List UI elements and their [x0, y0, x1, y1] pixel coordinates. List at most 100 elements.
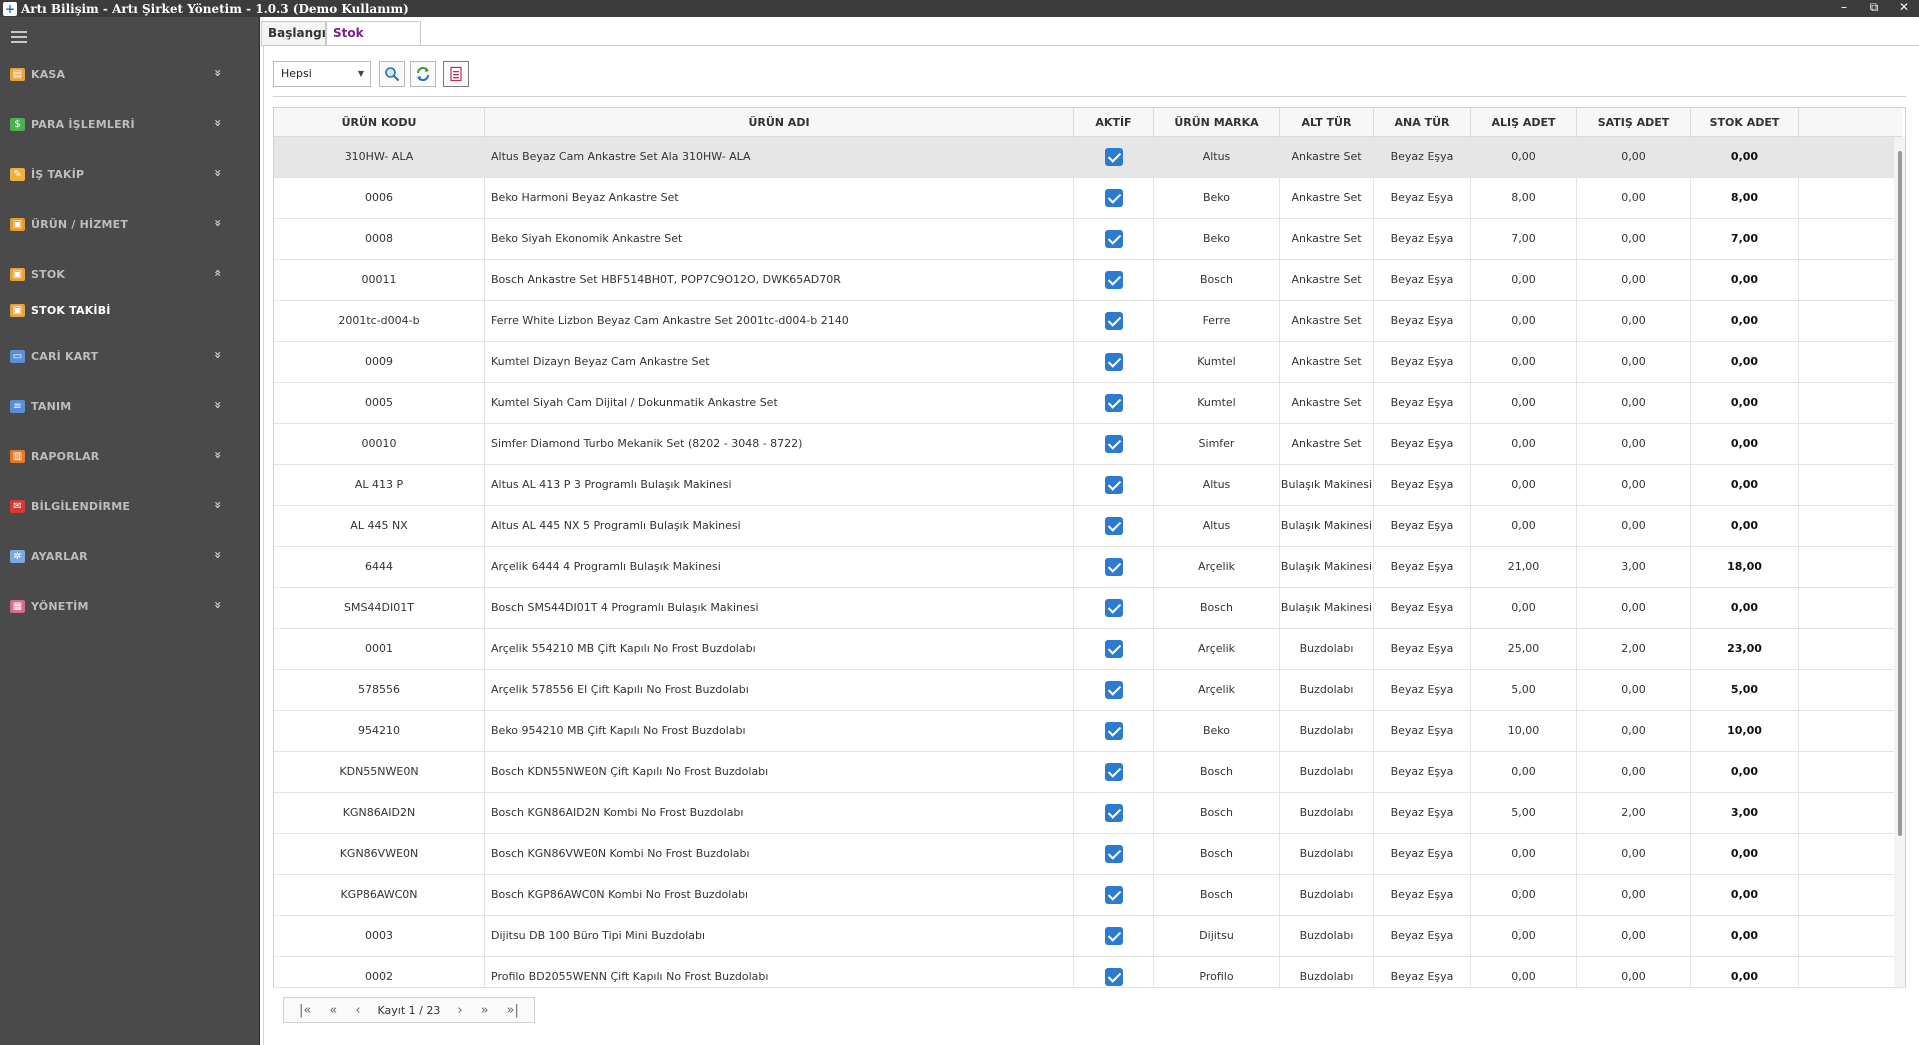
chevron-down-icon[interactable]: »	[211, 401, 225, 409]
active-checkbox[interactable]	[1104, 394, 1123, 412]
table-row[interactable]: KDN55NWE0N Bosch KDN55NWE0N Çift Kapılı N…	[274, 752, 1894, 793]
column-header-stok-adet[interactable]: STOK ADET	[1691, 108, 1799, 137]
active-checkbox[interactable]	[1104, 148, 1123, 166]
table-row[interactable]: 0008 Beko Siyah Ekonomik Ankastre Set Beko…	[274, 219, 1894, 260]
first-record-button[interactable]: |«	[290, 1003, 320, 1018]
active-cell	[1074, 301, 1154, 341]
product-code-cell: 954210	[274, 711, 485, 751]
active-checkbox[interactable]	[1104, 886, 1123, 904]
active-checkbox[interactable]	[1104, 271, 1123, 289]
last-record-button[interactable]: »|	[498, 1003, 528, 1018]
search-button[interactable]	[379, 61, 405, 87]
sidebar-item-bi-lgi-lendi-rme[interactable]: ✉ BİLGİLENDİRME »	[0, 488, 259, 524]
brand-cell: Arçelik	[1154, 547, 1280, 587]
previous-page-button[interactable]: «	[320, 1003, 346, 1018]
active-checkbox[interactable]	[1104, 681, 1123, 699]
active-cell	[1074, 547, 1154, 587]
table-row[interactable]: 0003 Dijitsu DB 100 Büro Tipi Mini Buzdol…	[274, 916, 1894, 957]
next-record-button[interactable]: ›	[448, 1003, 471, 1018]
sales-qty-cell: 0,00	[1577, 178, 1691, 218]
column-header-alis-adet[interactable]: ALIŞ ADET	[1471, 108, 1577, 137]
table-row[interactable]: 2001tc-d004-b Ferre White Lizbon Beyaz Ca…	[274, 301, 1894, 342]
refresh-button[interactable]	[410, 61, 436, 87]
table-row[interactable]: AL 445 NX Altus AL 445 NX 5 Programlı Bul…	[274, 506, 1894, 547]
stock-qty-cell: 0,00	[1691, 424, 1799, 464]
table-row[interactable]: 954210 Beko 954210 MB Çift Kapılı No Fros…	[274, 711, 1894, 752]
restore-button[interactable]: ⧉	[1859, 0, 1889, 17]
chevron-down-icon[interactable]: »	[211, 69, 225, 77]
column-header-urun-marka[interactable]: ÜRÜN MARKA	[1154, 108, 1280, 137]
column-header-alt-tur[interactable]: ALT TÜR	[1280, 108, 1374, 137]
table-row[interactable]: 0001 Arçelik 554210 MB Çift Kapılı No Fro…	[274, 629, 1894, 670]
active-checkbox[interactable]	[1104, 804, 1123, 822]
chevron-down-icon[interactable]: »	[211, 551, 225, 559]
vertical-scrollbar[interactable]	[1894, 137, 1905, 1030]
chevron-up-icon[interactable]: «	[211, 269, 225, 277]
active-checkbox[interactable]	[1104, 968, 1123, 986]
active-checkbox[interactable]	[1104, 230, 1123, 248]
active-checkbox[interactable]	[1104, 599, 1123, 617]
next-page-button[interactable]: »	[472, 1003, 498, 1018]
column-header-urun-adi[interactable]: ÜRÜN ADI	[485, 108, 1074, 137]
active-checkbox[interactable]	[1104, 189, 1123, 207]
table-row[interactable]: 0006 Beko Harmoni Beyaz Ankastre Set Beko A…	[274, 178, 1894, 219]
table-row[interactable]: 6444 Arçelik 6444 4 Programlı Bulaşık Mak…	[274, 547, 1894, 588]
sidebar-item-tanim[interactable]: ≡ TANIM »	[0, 388, 259, 424]
chevron-down-icon[interactable]: »	[211, 119, 225, 127]
column-header-satis-adet[interactable]: SATIŞ ADET	[1577, 108, 1691, 137]
table-row[interactable]: 0009 Kumtel Dizayn Beyaz Cam Ankastre Set…	[274, 342, 1894, 383]
sidebar-item-ayarlar[interactable]: ✲ AYARLAR »	[0, 538, 259, 574]
chevron-down-icon[interactable]: »	[211, 169, 225, 177]
table-row[interactable]: 310HW- ALA Altus Beyaz Cam Ankastre Set A…	[274, 137, 1894, 178]
chevron-down-icon[interactable]: »	[211, 601, 225, 609]
column-header-aktif[interactable]: AKTİF	[1074, 108, 1154, 137]
table-row[interactable]: KGN86VWE0N Bosch KGN86VWE0N Kombi No Fros…	[274, 834, 1894, 875]
grid-body: 310HW- ALA Altus Beyaz Cam Ankastre Set A…	[274, 137, 1894, 1030]
active-checkbox[interactable]	[1104, 927, 1123, 945]
previous-record-button[interactable]: ‹	[346, 1003, 369, 1018]
sidebar-item-cari-kart[interactable]: ▭ CARİ KART »	[0, 338, 259, 374]
tab-stok-takibi[interactable]: Stok Takibi×	[326, 21, 421, 63]
export-button[interactable]	[443, 61, 469, 87]
column-header-ana-tur[interactable]: ANA TÜR	[1374, 108, 1471, 137]
active-checkbox[interactable]	[1104, 763, 1123, 781]
column-header-urun-kodu[interactable]: ÜRÜN KODU	[274, 108, 485, 137]
chevron-down-icon[interactable]: »	[211, 219, 225, 227]
chevron-down-icon[interactable]: »	[211, 501, 225, 509]
active-checkbox[interactable]	[1104, 435, 1123, 453]
active-checkbox[interactable]	[1104, 845, 1123, 863]
scrollbar-thumb[interactable]	[1898, 151, 1902, 836]
chevron-down-icon[interactable]: »	[211, 351, 225, 359]
active-checkbox[interactable]	[1104, 722, 1123, 740]
active-checkbox[interactable]	[1104, 353, 1123, 371]
table-row[interactable]: 0005 Kumtel Siyah Cam Dijital / Dokunmati…	[274, 383, 1894, 424]
active-checkbox[interactable]	[1104, 312, 1123, 330]
sidebar-item-label: STOK TAKİBİ	[31, 303, 111, 317]
active-checkbox[interactable]	[1104, 558, 1123, 576]
active-checkbox[interactable]	[1104, 517, 1123, 535]
table-row[interactable]: KGN86AID2N Bosch KGN86AID2N Kombi No Fros…	[274, 793, 1894, 834]
sidebar-item-kasa[interactable]: ▤ KASA »	[0, 56, 259, 92]
table-row[interactable]: AL 413 P Altus AL 413 P 3 Programlı Bulaş…	[274, 465, 1894, 506]
close-window-button[interactable]: ✕	[1889, 0, 1919, 17]
active-checkbox[interactable]	[1104, 476, 1123, 494]
active-checkbox[interactable]	[1104, 640, 1123, 658]
table-row[interactable]: SMS44DI01T Bosch SMS44DI01T 4 Programlı B…	[274, 588, 1894, 629]
table-row[interactable]: 00010 Simfer Diamond Turbo Mekanik Set (8…	[274, 424, 1894, 465]
table-row[interactable]: 578556 Arçelik 578556 EI Çift Kapılı No F…	[274, 670, 1894, 711]
table-row[interactable]: KGP86AWC0N Bosch KGP86AWC0N Kombi No Fros…	[274, 875, 1894, 916]
sidebar-item-stok[interactable]: ▣ STOK «	[0, 256, 259, 292]
hamburger-menu-icon[interactable]	[11, 31, 27, 43]
table-row[interactable]: 00011 Bosch Ankastre Set HBF514BH0T, POP7…	[274, 260, 1894, 301]
sidebar-item-yöneti-m[interactable]: ▦ YÖNETİM »	[0, 588, 259, 624]
filter-select[interactable]: Hepsi ▼	[273, 61, 371, 87]
sidebar-item-raporlar[interactable]: ▥ RAPORLAR »	[0, 438, 259, 474]
sidebar-item-i-ş-taki-p[interactable]: ✎ İŞ TAKİP »	[0, 156, 259, 192]
chevron-down-icon[interactable]: »	[211, 451, 225, 459]
minimize-button[interactable]: –	[1829, 0, 1859, 17]
sidebar-item-ürün-hi-zmet[interactable]: ▣ ÜRÜN / HİZMET »	[0, 206, 259, 242]
tab-baslangic[interactable]: Başlangıç	[261, 21, 333, 46]
sidebar-item-stok-taki-bi-[interactable]: ▣ STOK TAKİBİ	[0, 292, 259, 328]
sidebar-item-para-i-şlemleri-[interactable]: $ PARA İŞLEMLERİ »	[0, 106, 259, 142]
purchase-qty-cell: 0,00	[1471, 465, 1577, 505]
